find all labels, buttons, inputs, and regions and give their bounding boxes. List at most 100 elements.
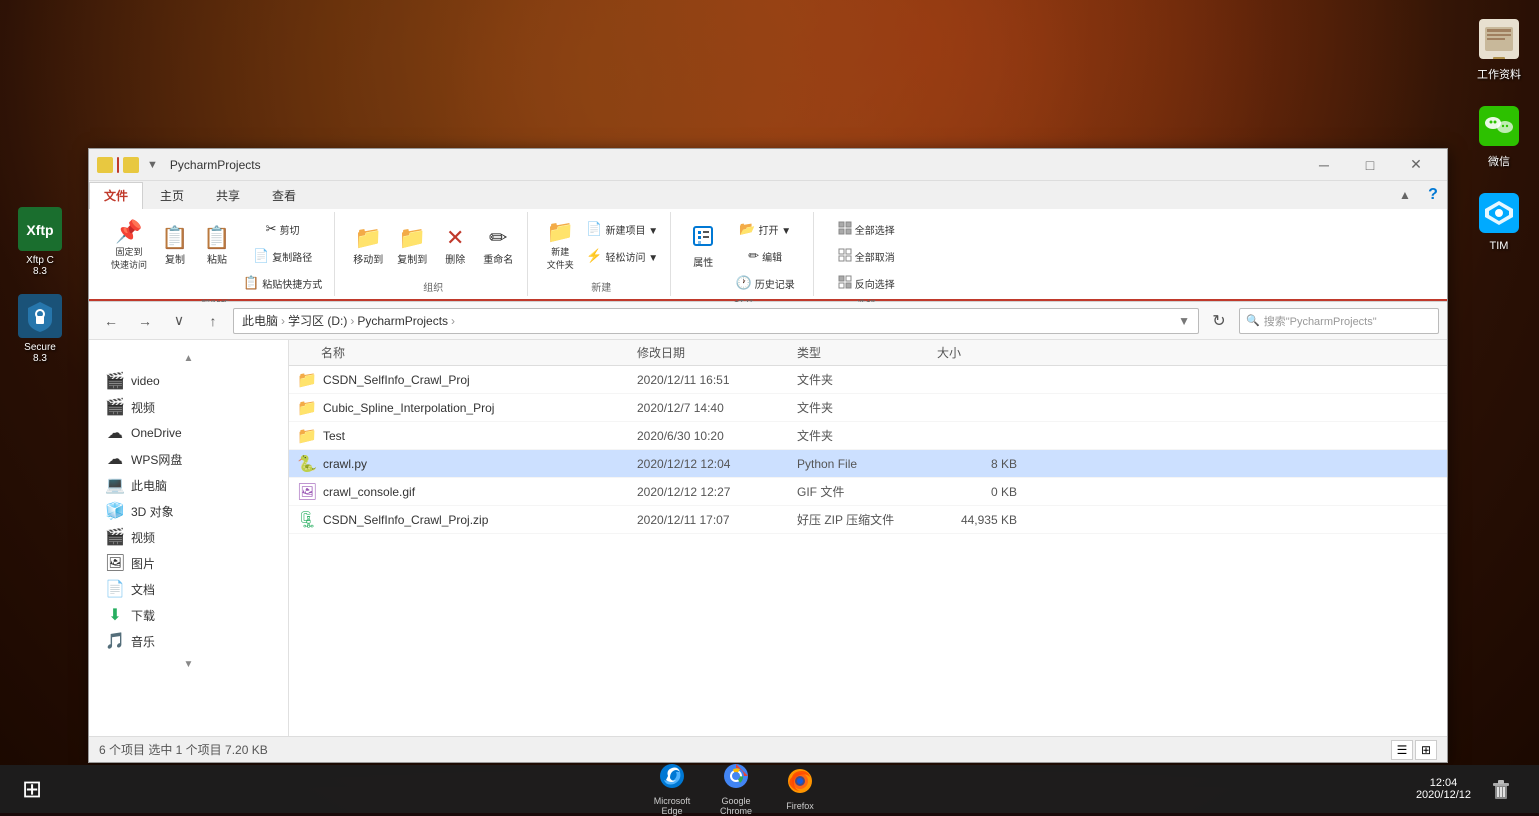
- list-view-button[interactable]: ☰: [1391, 740, 1413, 760]
- sidebar-item-video2[interactable]: 🎬 视频: [89, 524, 288, 550]
- select-all-button[interactable]: 全部选择: [826, 216, 906, 242]
- file-label-2: Test: [323, 429, 345, 443]
- help-button[interactable]: ?: [1419, 181, 1447, 209]
- sidebar-item-video2-label: 视频: [131, 529, 155, 546]
- sidebar-scroll-up[interactable]: ▲: [89, 348, 288, 368]
- copy-path-button[interactable]: 📄 复制路径: [239, 243, 326, 269]
- docs-icon: 📄: [105, 579, 125, 599]
- search-box[interactable]: 🔍 搜索"PycharmProjects": [1239, 308, 1439, 334]
- sidebar-item-downloads[interactable]: ⬇ 下载: [89, 602, 288, 628]
- cut-button[interactable]: ✂ 剪切: [239, 216, 326, 242]
- refresh-button[interactable]: ↻: [1205, 307, 1233, 335]
- file-label-0: CSDN_SelfInfo_Crawl_Proj: [323, 373, 470, 387]
- left-app-xftp-label: Xftp C8.3: [26, 255, 54, 277]
- minimize-button[interactable]: ─: [1301, 149, 1347, 181]
- ribbon-collapse-btn[interactable]: ▲: [1391, 181, 1419, 209]
- properties-button[interactable]: 属性: [683, 216, 723, 276]
- sidebar-item-music[interactable]: 🎵 音乐: [89, 628, 288, 654]
- path-computer[interactable]: 此电脑: [242, 312, 278, 329]
- grid-view-button[interactable]: ⊞: [1415, 740, 1437, 760]
- table-row[interactable]: 📁 Cubic_Spline_Interpolation_Proj 2020/1…: [289, 394, 1447, 422]
- start-button[interactable]: ⊞: [8, 769, 56, 809]
- taskbar-edge[interactable]: MicrosoftEdge: [642, 767, 702, 811]
- table-row[interactable]: 📁 Test 2020/6/30 10:20 文件夹: [289, 422, 1447, 450]
- maximize-button[interactable]: □: [1347, 149, 1393, 181]
- file-date-4: 2020/12/12 12:27: [637, 485, 797, 499]
- new-folder-button[interactable]: 📁 新建文件夹: [540, 216, 580, 276]
- delete-button[interactable]: ✕ 删除: [435, 216, 475, 276]
- firefox-icon: [786, 767, 814, 800]
- back-button[interactable]: ←: [97, 307, 125, 335]
- tab-home[interactable]: 主页: [145, 182, 199, 209]
- right-app-work[interactable]: 工作资料: [1470, 10, 1528, 87]
- up-button[interactable]: ↑: [199, 307, 227, 335]
- history-label: 历史记录: [755, 276, 795, 291]
- open-icon: 📂: [739, 221, 755, 237]
- edit-button[interactable]: ✏ 编辑: [725, 243, 805, 269]
- sidebar-item-shipin[interactable]: 🎬 视频: [89, 394, 288, 420]
- col-date[interactable]: 修改日期: [637, 344, 797, 361]
- paste-label: 粘贴: [207, 251, 227, 266]
- right-app-tim[interactable]: TIM: [1470, 184, 1528, 257]
- copy-path-icon: 📄: [253, 248, 269, 264]
- recycle-bin-taskbar[interactable]: [1479, 767, 1523, 811]
- sidebar-item-pics[interactable]: 🖼 图片: [89, 550, 288, 576]
- taskbar-chrome[interactable]: Google Chrome: [706, 767, 766, 811]
- table-row[interactable]: 🐍 crawl.py 2020/12/12 12:04 Python File …: [289, 450, 1447, 478]
- invert-select-button[interactable]: 反向选择: [826, 270, 906, 296]
- copy-to-button[interactable]: 📁 复制到: [391, 216, 433, 276]
- right-app-wechat-label: 微信: [1488, 153, 1510, 169]
- search-placeholder: 搜索"PycharmProjects": [1264, 313, 1377, 329]
- pin-button[interactable]: 📌 固定到快速访问: [105, 216, 153, 276]
- sidebar-item-docs[interactable]: 📄 文档: [89, 576, 288, 602]
- thispc-icon: 💻: [105, 475, 125, 495]
- history-button[interactable]: 🕐 历史记录: [725, 270, 805, 296]
- copy-button[interactable]: 📋 复制: [155, 216, 195, 276]
- select-none-button[interactable]: 全部取消: [826, 243, 906, 269]
- paste-shortcut-button[interactable]: 📋 粘贴快捷方式: [239, 270, 326, 296]
- easy-access-button[interactable]: ⚡ 轻松访问 ▼: [582, 243, 662, 269]
- new-folder-label: 新建文件夹: [547, 245, 574, 271]
- path-drive[interactable]: 学习区 (D:): [288, 312, 347, 329]
- sidebar-item-wps[interactable]: ☁ WPS网盘: [89, 446, 288, 472]
- file-name-0: 📁 CSDN_SelfInfo_Crawl_Proj: [297, 370, 637, 390]
- taskbar-firefox[interactable]: Firefox: [770, 767, 830, 811]
- rename-button[interactable]: ✏ 重命名: [477, 216, 519, 276]
- col-size[interactable]: 大小: [937, 344, 1037, 361]
- sidebar-item-video[interactable]: 🎬 video: [89, 368, 288, 394]
- zip-icon-5: 🗜: [297, 510, 317, 530]
- close-button[interactable]: ✕: [1393, 149, 1439, 181]
- col-type[interactable]: 类型: [797, 344, 937, 361]
- easy-access-label: 轻松访问 ▼: [605, 249, 658, 264]
- folder-icon-2: 📁: [297, 426, 317, 446]
- sidebar-scroll-down[interactable]: ▼: [89, 654, 288, 674]
- sidebar-item-onedrive[interactable]: ☁ OneDrive: [89, 420, 288, 446]
- sidebar-item-thispc[interactable]: 💻 此电脑: [89, 472, 288, 498]
- table-row[interactable]: 🗜 CSDN_SelfInfo_Crawl_Proj.zip 2020/12/1…: [289, 506, 1447, 534]
- dropdown-button[interactable]: ∨: [165, 307, 193, 335]
- svg-text:Xftp: Xftp: [26, 222, 53, 238]
- paste-button[interactable]: 📋 粘贴: [197, 216, 237, 276]
- move-to-button[interactable]: 📁 移动到: [347, 216, 389, 276]
- path-folder[interactable]: PycharmProjects: [357, 314, 448, 328]
- new-item-button[interactable]: 📄 新建项目 ▼: [582, 216, 662, 242]
- path-expand-btn[interactable]: ▼: [1178, 314, 1190, 328]
- open-button[interactable]: 📂 打开 ▼: [725, 216, 805, 242]
- sidebar-item-3d[interactable]: 🧊 3D 对象: [89, 498, 288, 524]
- tab-share[interactable]: 共享: [201, 182, 255, 209]
- left-app-xftp[interactable]: Xftp Xftp C8.3: [5, 200, 75, 282]
- table-row[interactable]: 📁 CSDN_SelfInfo_Crawl_Proj 2020/12/11 16…: [289, 366, 1447, 394]
- ribbon-group-organize: 📁 移动到 📁 复制到 ✕ 删除 ✏ 重命名: [339, 212, 528, 296]
- right-app-wechat[interactable]: 微信: [1470, 97, 1528, 174]
- address-path[interactable]: 此电脑 › 学习区 (D:) › PycharmProjects › ▼: [233, 308, 1199, 334]
- ribbon-group-open: 属性 📂 打开 ▼ ✏ 编辑: [675, 212, 814, 296]
- tab-view[interactable]: 查看: [257, 182, 311, 209]
- tab-file[interactable]: 文件: [89, 182, 143, 209]
- table-row[interactable]: 🖼 crawl_console.gif 2020/12/12 12:27 GIF…: [289, 478, 1447, 506]
- forward-button[interactable]: →: [131, 307, 159, 335]
- left-app-secure[interactable]: Secure8.3: [5, 287, 75, 369]
- copy-icon: 📋: [161, 227, 188, 249]
- col-name[interactable]: 名称: [297, 344, 637, 361]
- taskbar-right: 12:04 2020/12/12: [1416, 767, 1531, 811]
- ribbon-group-clipboard: 📌 固定到快速访问 📋 复制 📋 粘贴: [97, 212, 335, 296]
